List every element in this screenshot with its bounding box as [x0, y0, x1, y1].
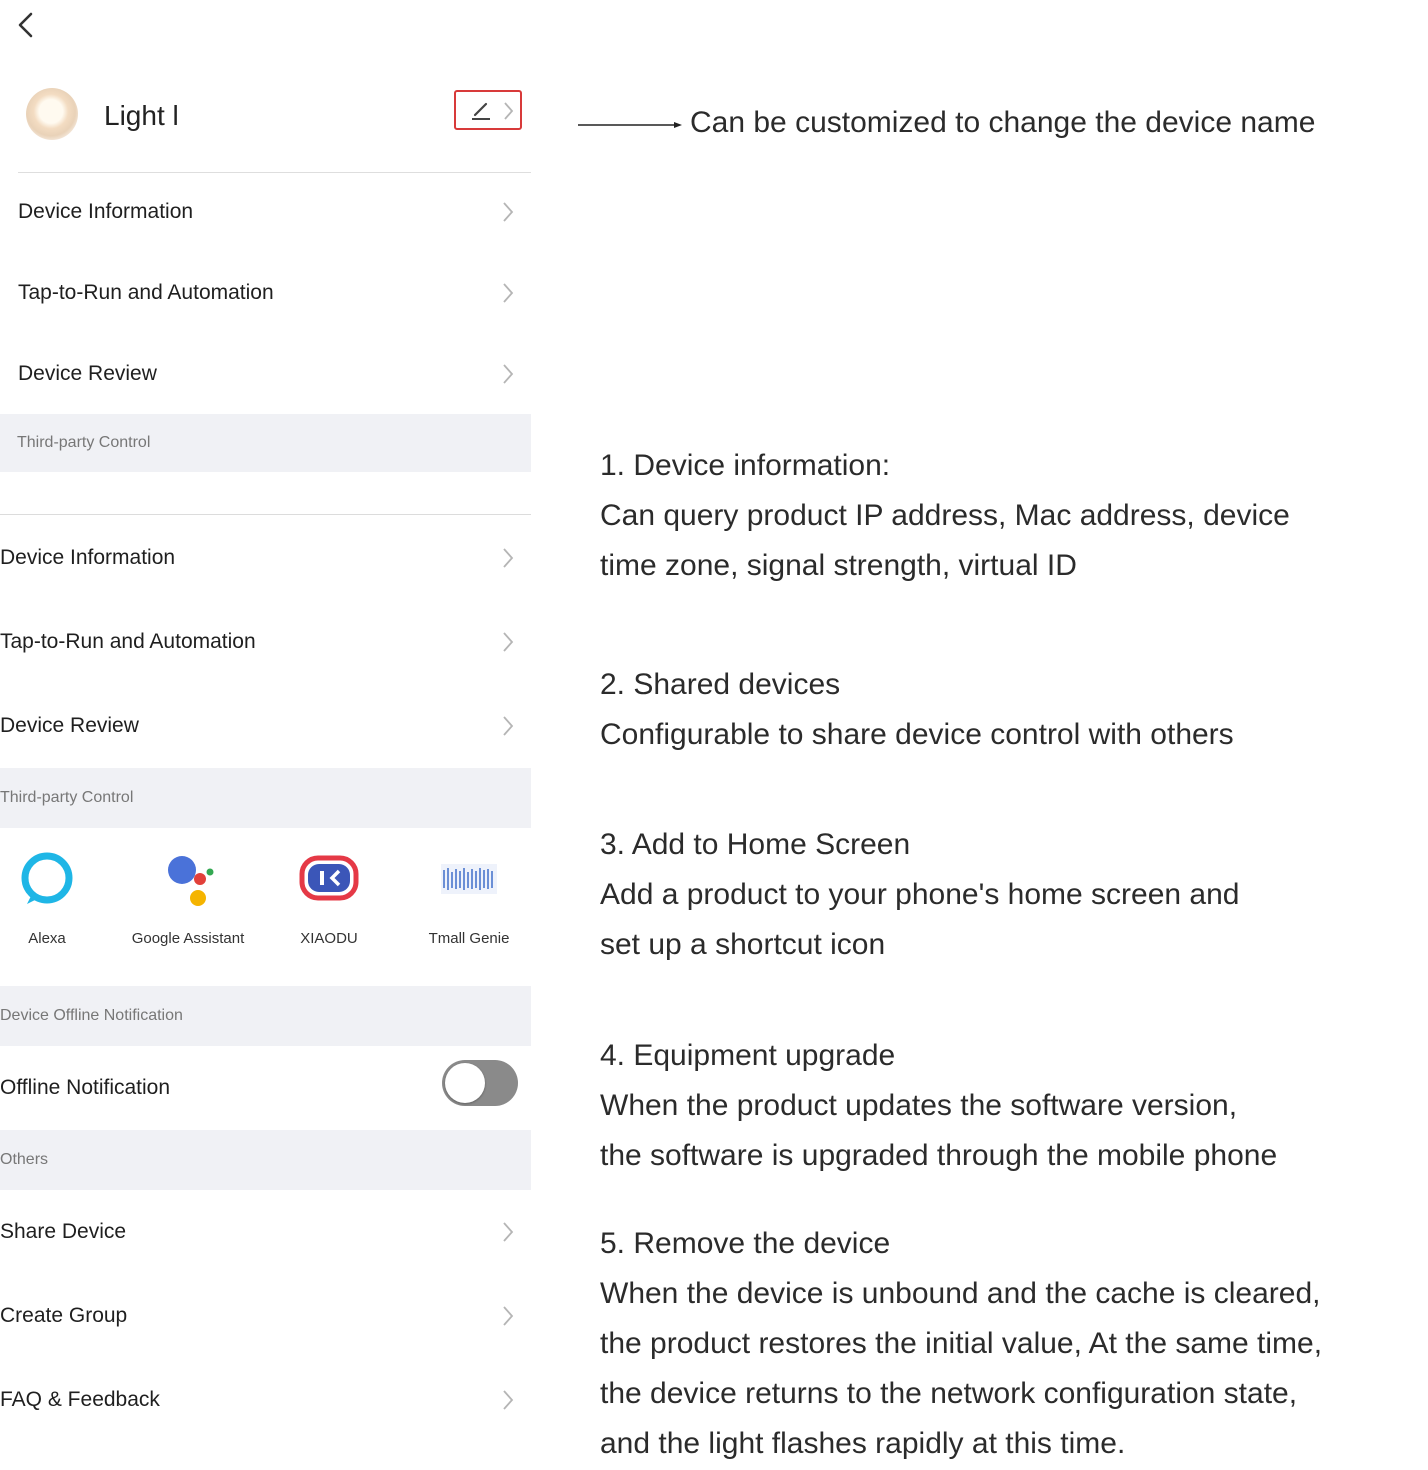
third-party-label: Google Assistant	[131, 930, 245, 947]
list-item-tap-to-run[interactable]: Tap-to-Run and Automation	[0, 600, 531, 684]
note-remove-device: 5. Remove the device When the device is …	[600, 1219, 1322, 1469]
xiaodu-icon	[299, 848, 359, 908]
list-item-label: Device Information	[0, 546, 176, 569]
pencil-icon	[472, 102, 490, 120]
chevron-right-icon	[503, 202, 514, 222]
note-title: 4. Equipment upgrade	[600, 1039, 896, 1072]
section-label: Third-party Control	[0, 789, 134, 806]
phone-screen: Light l Device Information Tap-to-Run an…	[0, 0, 531, 1470]
list-item-faq-feedback[interactable]: FAQ & Feedback	[0, 1358, 531, 1442]
chevron-right-icon	[503, 1222, 514, 1242]
section-label: Device Offline Notification	[0, 1007, 183, 1024]
device-name: Light l	[104, 100, 179, 131]
section-label: Third-party Control	[17, 434, 151, 451]
section-header-third-party: Third-party Control	[0, 768, 531, 828]
list-item-label: Tap-to-Run and Automation	[0, 630, 256, 653]
note-title: 3. Add to Home Screen	[600, 828, 911, 861]
alexa-icon	[17, 848, 77, 908]
list-item-device-information[interactable]: Device Information	[18, 172, 531, 252]
note-line: Add a product to your phone's home scree…	[600, 878, 1240, 911]
list-item-device-information[interactable]: Device Information	[0, 516, 531, 600]
list-item-label: Device Information	[18, 200, 194, 223]
note-shared-devices: 2. Shared devices Configurable to share …	[600, 660, 1234, 760]
note-line: the software is upgraded through the mob…	[600, 1139, 1278, 1172]
offline-notification-toggle[interactable]	[442, 1060, 518, 1106]
section-header-third-party: Third-party Control	[0, 414, 531, 472]
third-party-label: Tmall Genie	[428, 930, 510, 947]
list-item-label: Device Review	[18, 362, 157, 385]
light-bulb-icon	[26, 88, 78, 140]
chevron-right-icon	[504, 102, 514, 120]
divider	[0, 514, 531, 515]
chevron-right-icon	[503, 1306, 514, 1326]
note-device-information: 1. Device information: Can query product…	[600, 441, 1290, 591]
third-party-google-assistant[interactable]: Google Assistant	[118, 848, 258, 947]
offline-notification-label: Offline Notification	[0, 1076, 171, 1099]
list-item-label: Create Group	[0, 1304, 128, 1327]
chevron-right-icon	[503, 632, 514, 652]
note-line: and the light flashes rapidly at this ti…	[600, 1427, 1126, 1460]
back-arrow-icon[interactable]	[10, 8, 40, 42]
section-label: Others	[0, 1151, 49, 1168]
note-title: 2. Shared devices	[600, 668, 841, 701]
note-line: When the device is unbound and the cache…	[600, 1277, 1321, 1310]
list-item-label: Share Device	[0, 1220, 127, 1243]
third-party-tmall-genie[interactable]: Tmall Genie	[414, 848, 524, 947]
third-party-label: XIAODU	[300, 930, 358, 947]
list-item-create-group[interactable]: Create Group	[0, 1274, 531, 1358]
toggle-knob	[445, 1063, 485, 1103]
note-line: the device returns to the network config…	[600, 1377, 1298, 1410]
chevron-right-icon	[503, 716, 514, 736]
list-item-label: FAQ & Feedback	[0, 1388, 160, 1411]
list-item-device-review[interactable]: Device Review	[0, 684, 531, 768]
device-header: Light l	[18, 80, 531, 173]
rename-annotation: Can be customized to change the device n…	[690, 106, 1316, 139]
note-line: set up a shortcut icon	[600, 928, 886, 961]
chevron-right-icon	[503, 283, 514, 303]
tmall-genie-icon	[439, 848, 499, 908]
third-party-label: Alexa	[28, 930, 66, 947]
third-party-xiaodu[interactable]: XIAODU	[274, 848, 384, 947]
note-equipment-upgrade: 4. Equipment upgrade When the product up…	[600, 1031, 1277, 1181]
list-item-tap-to-run[interactable]: Tap-to-Run and Automation	[18, 253, 531, 333]
note-line: Configurable to share device control wit…	[600, 718, 1234, 751]
section-header-others: Others	[0, 1130, 531, 1190]
chevron-right-icon	[503, 364, 514, 384]
section-header-offline: Device Offline Notification	[0, 986, 531, 1046]
note-title: 1. Device information:	[600, 449, 891, 482]
note-add-home-screen: 3. Add to Home Screen Add a product to y…	[600, 820, 1239, 970]
list-item-label: Device Review	[0, 714, 139, 737]
note-title: 5. Remove the device	[600, 1227, 891, 1260]
third-party-alexa[interactable]: Alexa	[0, 848, 102, 947]
note-line: the product restores the initial value, …	[600, 1327, 1323, 1360]
list-item-label: Tap-to-Run and Automation	[18, 281, 274, 304]
edit-device-name-button[interactable]	[454, 90, 522, 130]
note-line: time zone, signal strength, virtual ID	[600, 549, 1077, 582]
note-line: When the product updates the software ve…	[600, 1089, 1238, 1122]
google-assistant-icon	[158, 848, 218, 908]
list-item-device-review[interactable]: Device Review	[18, 334, 531, 414]
note-line: Can query product IP address, Mac addres…	[600, 499, 1290, 532]
chevron-right-icon	[503, 1390, 514, 1410]
chevron-right-icon	[503, 548, 514, 568]
arrow-right-icon	[578, 122, 682, 128]
list-item-share-device[interactable]: Share Device	[0, 1190, 531, 1274]
